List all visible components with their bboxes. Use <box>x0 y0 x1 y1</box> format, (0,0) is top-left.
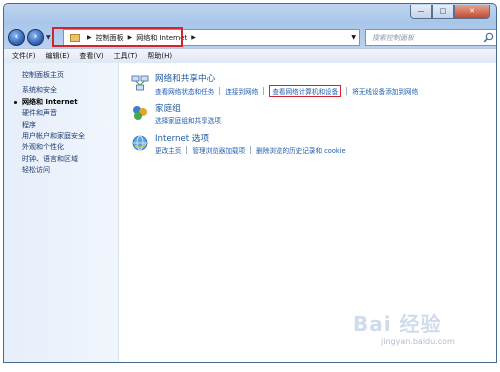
category-title[interactable]: 网络和共享中心 <box>155 72 215 84</box>
watermark-url: jingyan.baidu.com <box>381 337 455 346</box>
recent-pages-dropdown[interactable]: ▼ <box>46 34 51 41</box>
task-link[interactable]: 管理浏览器加载项 <box>192 145 245 155</box>
back-button[interactable]: ‹ <box>8 28 25 46</box>
task-link[interactable]: 选择家庭组和共享选项 <box>155 115 221 125</box>
sidebar-item-ease-of-access[interactable]: 轻松访问 <box>4 165 118 176</box>
category-title[interactable]: Internet 选项 <box>155 132 209 144</box>
sidebar-item-user-accounts[interactable]: 用户帐户和家庭安全 <box>4 131 118 142</box>
sidebar-item-clock-language[interactable]: 时钟、语言和区域 <box>4 154 118 165</box>
control-panel-window: — □ ✕ ‹ › ▼ ▶ 控制面板 ▶ 网络和 Internet ▶ ▼ ↻ … <box>3 3 497 363</box>
sidebar-item-network-internet[interactable]: 网络和 Internet <box>4 97 118 108</box>
homegroup-icon[interactable] <box>130 103 150 123</box>
network-sharing-icon[interactable] <box>130 73 150 93</box>
category-links: 查看网络状态和任务 连接到网络 查看网络计算机和设备 将无线设备添加到网络 <box>155 85 418 97</box>
internet-options-icon[interactable] <box>130 133 150 153</box>
breadcrumb-chevron-icon[interactable]: ▶ <box>191 34 196 41</box>
sidebar-item-hardware-sound[interactable]: 硬件和声音 <box>4 108 118 119</box>
category-network-sharing: 网络和共享中心 查看网络状态和任务 连接到网络 查看网络计算机和设备 将无线设备… <box>126 71 496 98</box>
search-placeholder: 搜索控制面板 <box>372 33 414 42</box>
search-input[interactable]: 搜索控制面板 <box>365 29 496 46</box>
sidebar-item-system-security[interactable]: 系统和安全 <box>4 85 118 96</box>
baidu-watermark: Bai 经验 jingyan.baidu.com <box>319 308 465 352</box>
task-link[interactable]: 更改主页 <box>155 145 181 155</box>
category-homegroup: 家庭组 选择家庭组和共享选项 <box>126 101 496 128</box>
caption-buttons: — □ ✕ <box>410 5 490 19</box>
menu-tools[interactable]: 工具(T) <box>114 51 138 61</box>
sidebar-item-appearance[interactable]: 外观和个性化 <box>4 142 118 153</box>
content-area: 控制面板主页 系统和安全 网络和 Internet 硬件和声音 程序 用户帐户和… <box>4 63 496 362</box>
task-link[interactable]: 查看网络状态和任务 <box>155 86 214 96</box>
link-divider <box>263 87 265 95</box>
address-bar[interactable]: ▶ 控制面板 ▶ 网络和 Internet ▶ ▼ <box>63 29 360 46</box>
task-link[interactable]: 删除浏览的历史记录和 cookie <box>256 145 345 155</box>
link-divider <box>219 87 221 95</box>
address-dropdown-icon[interactable]: ▼ <box>351 34 356 41</box>
task-link-highlighted[interactable]: 查看网络计算机和设备 <box>269 85 342 97</box>
link-divider <box>346 87 348 95</box>
menu-help[interactable]: 帮助(H) <box>147 51 172 61</box>
category-links: 选择家庭组和共享选项 <box>155 115 221 125</box>
breadcrumb-control-panel[interactable]: 控制面板 <box>96 33 124 43</box>
menu-edit[interactable]: 编辑(E) <box>46 51 70 61</box>
breadcrumb-network-internet[interactable]: 网络和 Internet <box>136 33 187 43</box>
sidebar-item-programs[interactable]: 程序 <box>4 120 118 131</box>
forward-button[interactable]: › <box>27 28 44 46</box>
watermark-logo: Bai 经验 <box>353 312 442 336</box>
sidebar: 控制面板主页 系统和安全 网络和 Internet 硬件和声音 程序 用户帐户和… <box>4 63 119 362</box>
menu-view[interactable]: 查看(V) <box>79 51 103 61</box>
maximize-button[interactable]: □ <box>432 5 454 19</box>
category-title[interactable]: 家庭组 <box>155 102 181 114</box>
menu-bar: 文件(F) 编辑(E) 查看(V) 工具(T) 帮助(H) <box>4 48 496 63</box>
category-list: 网络和共享中心 查看网络状态和任务 连接到网络 查看网络计算机和设备 将无线设备… <box>126 71 496 161</box>
category-links: 更改主页 管理浏览器加载项 删除浏览的历史记录和 cookie <box>155 145 346 155</box>
task-link[interactable]: 将无线设备添加到网络 <box>352 86 418 96</box>
minimize-button[interactable]: — <box>410 5 432 19</box>
sidebar-item-home[interactable]: 控制面板主页 <box>4 70 118 81</box>
link-divider <box>250 146 252 154</box>
navigation-bar: ‹ › ▼ ▶ 控制面板 ▶ 网络和 Internet ▶ ▼ ↻ 搜索控制面板 <box>8 26 496 48</box>
task-link[interactable]: 连接到网络 <box>225 86 258 96</box>
category-internet-options: Internet 选项 更改主页 管理浏览器加载项 删除浏览的历史记录和 coo… <box>126 131 496 158</box>
breadcrumb-chevron-icon[interactable]: ▶ <box>87 34 92 41</box>
search-icon[interactable] <box>483 32 494 43</box>
close-button[interactable]: ✕ <box>454 5 490 19</box>
link-divider <box>186 146 188 154</box>
control-panel-icon <box>70 33 80 42</box>
menu-file[interactable]: 文件(F) <box>12 51 36 61</box>
breadcrumb-chevron-icon[interactable]: ▶ <box>128 34 133 41</box>
